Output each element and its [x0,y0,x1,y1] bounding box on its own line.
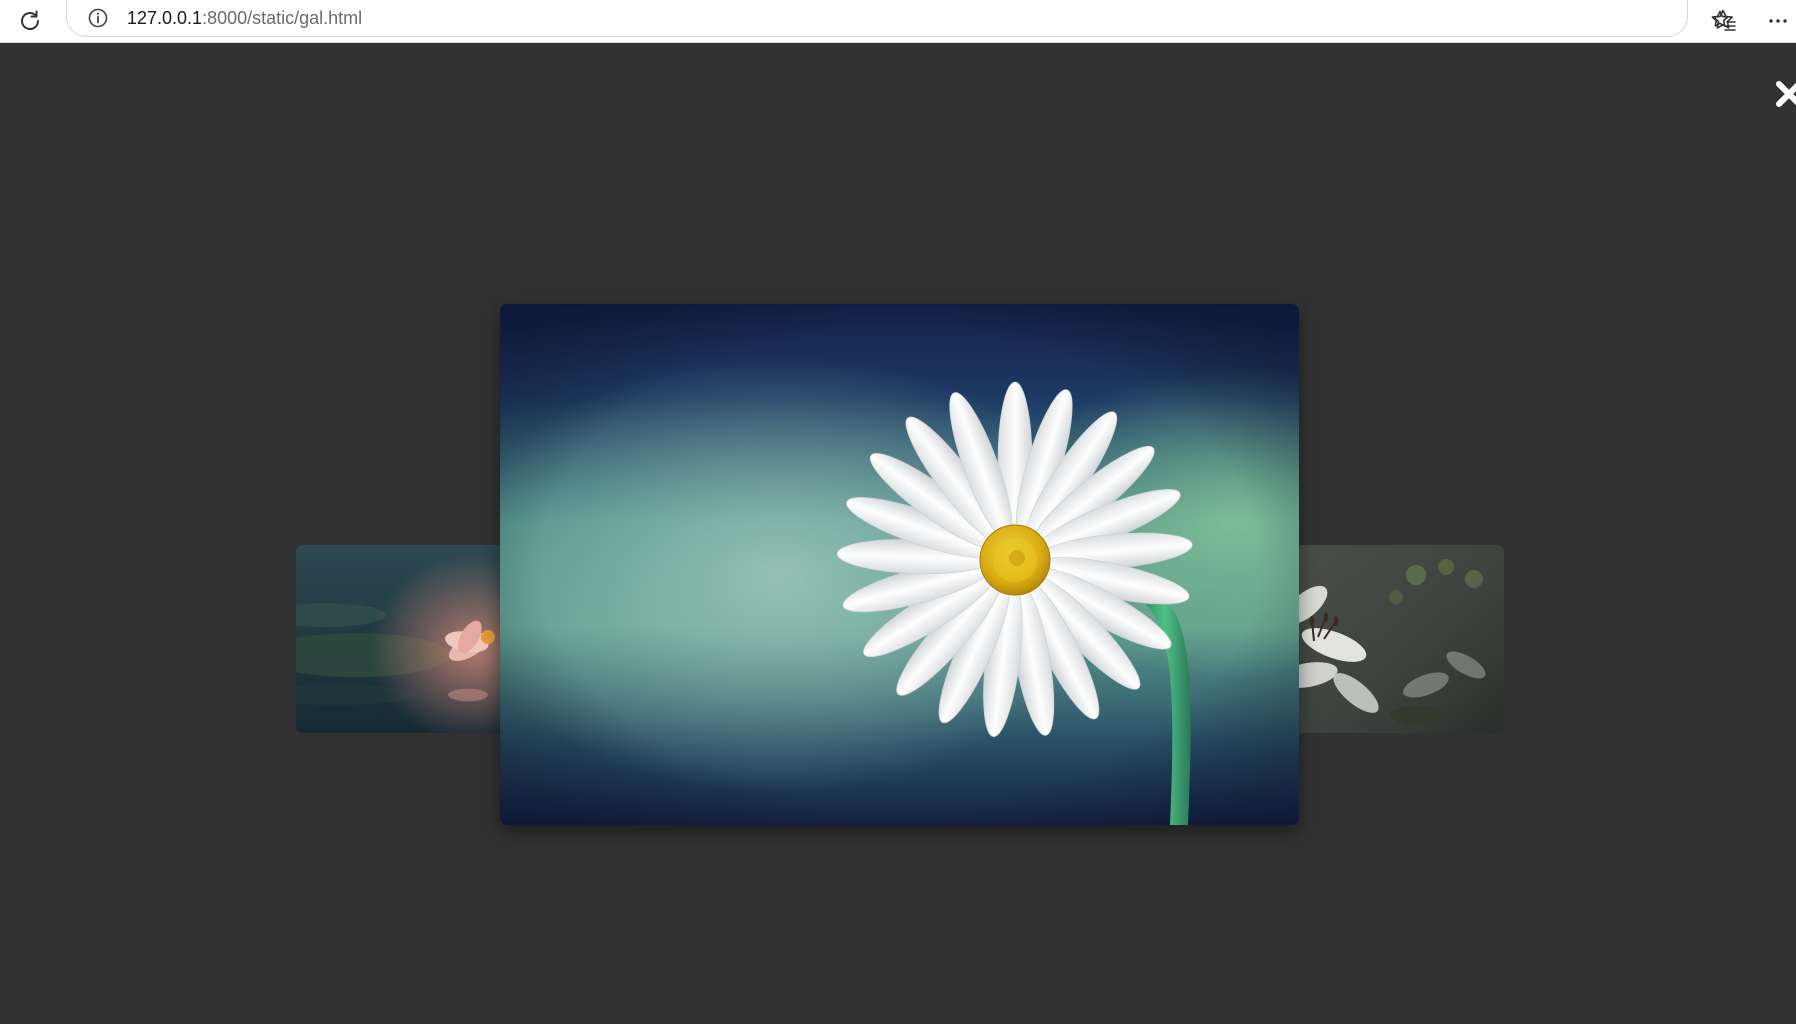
reload-icon[interactable] [12,3,48,39]
browser-toolbar: 127.0.0.1:8000/static/gal.html [0,0,1796,43]
url-text[interactable]: 127.0.0.1:8000/static/gal.html [127,8,362,28]
more-icon[interactable] [1760,3,1796,39]
favorites-icon[interactable] [1706,3,1742,39]
lightbox-overlay [0,43,1796,1024]
previous-image-lotus[interactable] [296,545,506,733]
close-icon[interactable] [1774,79,1796,109]
address-bar[interactable]: 127.0.0.1:8000/static/gal.html [66,0,1733,37]
url-path: :8000/static/gal.html [202,8,363,28]
info-icon[interactable] [85,5,111,31]
next-image-lily[interactable] [1296,545,1504,733]
url-host: 127.0.0.1 [127,8,203,28]
current-image-daisy [500,304,1299,825]
